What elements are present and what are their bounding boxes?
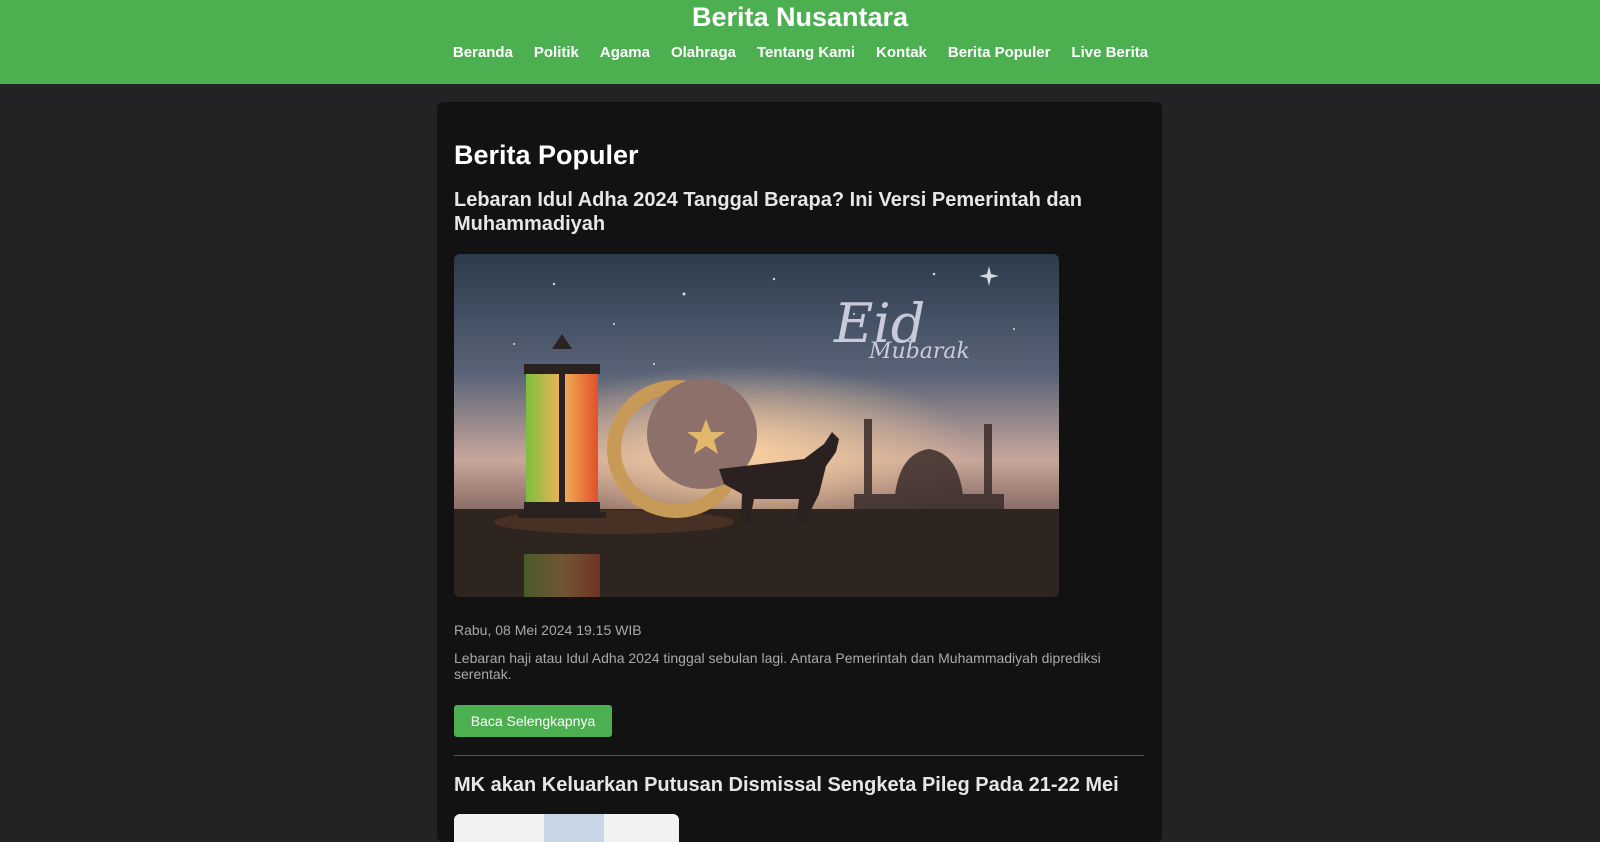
article-image[interactable] (454, 814, 679, 842)
article-2: MK akan Keluarkan Putusan Dismissal Seng… (454, 773, 1144, 797)
nav-berita-populer[interactable]: Berita Populer (948, 43, 1051, 63)
site-title[interactable]: Berita Nusantara (0, 1, 1600, 33)
read-more-button[interactable]: Baca Selengkapnya (454, 705, 612, 737)
nav-agama[interactable]: Agama (600, 43, 650, 63)
nav-live-berita[interactable]: Live Berita (1071, 43, 1148, 63)
mubarak-text: Mubarak (868, 339, 970, 364)
article-divider (454, 755, 1144, 756)
image-detail (544, 814, 604, 842)
nav-kontak[interactable]: Kontak (876, 43, 927, 63)
page-title: Berita Populer (454, 140, 639, 170)
main-nav: Beranda Politik Agama Olahraga Tentang K… (0, 43, 1600, 63)
article-1: Lebaran Idul Adha 2024 Tanggal Berapa? I… (454, 188, 1144, 236)
content-panel: Berita Populer Lebaran Idul Adha 2024 Ta… (437, 102, 1162, 842)
article-image[interactable]: Eid Mubarak (454, 254, 1059, 597)
nav-beranda[interactable]: Beranda (453, 43, 513, 63)
article-title[interactable]: MK akan Keluarkan Putusan Dismissal Seng… (454, 773, 1144, 797)
site-header: Berita Nusantara Beranda Politik Agama O… (0, 0, 1600, 84)
nav-politik[interactable]: Politik (534, 43, 579, 63)
article-title[interactable]: Lebaran Idul Adha 2024 Tanggal Berapa? I… (454, 188, 1144, 236)
nav-tentang-kami[interactable]: Tentang Kami (757, 43, 855, 63)
article-date: Rabu, 08 Mei 2024 19.15 WIB (454, 622, 642, 638)
article-excerpt: Lebaran haji atau Idul Adha 2024 tinggal… (454, 650, 1101, 682)
nav-olahraga[interactable]: Olahraga (671, 43, 736, 63)
